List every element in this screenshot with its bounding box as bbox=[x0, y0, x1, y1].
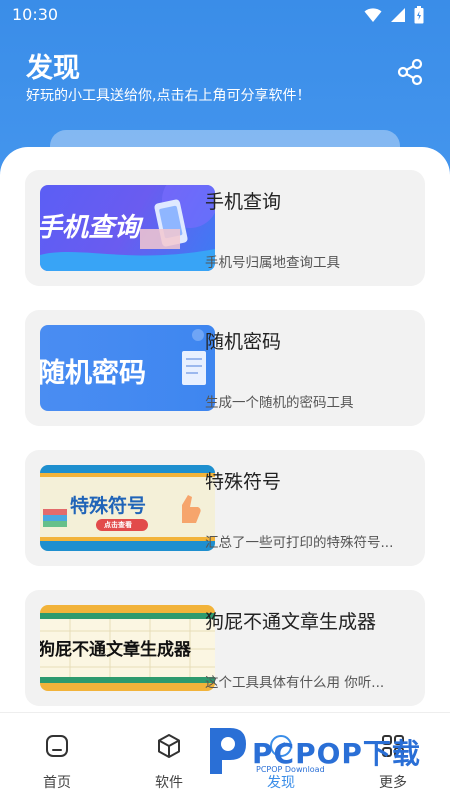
card-description: 生成一个随机的密码工具 bbox=[205, 395, 354, 411]
pcpop-logo-icon bbox=[210, 728, 246, 774]
random-password-thumb-text: 随机密码 bbox=[40, 358, 146, 389]
cube-icon bbox=[158, 734, 180, 758]
phone-lookup-thumb-text: 手机查询 bbox=[40, 213, 141, 243]
card-description: 汇总了一些可打印的特殊符号... bbox=[205, 535, 394, 551]
tool-card-phone-lookup[interactable]: 手机查询 手机查询 手机号归属地查询工具 bbox=[25, 170, 425, 286]
signal-icon bbox=[391, 8, 405, 22]
nonsense-article-thumbnail: 狗屁不通文章生成器 bbox=[40, 605, 215, 691]
phone-lookup-thumbnail: 手机查询 bbox=[40, 185, 215, 271]
card-title: 狗屁不通文章生成器 bbox=[205, 611, 377, 633]
battery-icon bbox=[414, 6, 424, 24]
status-icons bbox=[364, 6, 424, 24]
tool-card-random-password[interactable]: 随机密码 随机密码 生成一个随机的密码工具 bbox=[25, 310, 425, 426]
wifi-icon bbox=[364, 8, 382, 22]
card-title: 手机查询 bbox=[205, 191, 282, 213]
pcpop-watermark: PCPOP下载 PCPOP Download bbox=[200, 718, 440, 780]
nonsense-article-thumb-text: 狗屁不通文章生成器 bbox=[40, 640, 191, 660]
page-subtitle: 好玩的小工具送给你,点击右上角可分享软件！ bbox=[26, 88, 311, 104]
page-title: 发现 bbox=[26, 53, 80, 84]
card-title: 特殊符号 bbox=[205, 471, 282, 493]
random-password-thumbnail: 随机密码 bbox=[40, 325, 215, 411]
card-title: 随机密码 bbox=[205, 331, 282, 353]
share-icon[interactable] bbox=[396, 58, 424, 86]
special-symbols-thumb-sub: 点击查看 bbox=[104, 521, 132, 529]
special-symbols-thumb-text: 特殊符号 bbox=[70, 495, 147, 517]
watermark-subtext: PCPOP Download bbox=[256, 765, 325, 774]
tool-card-special-symbols[interactable]: 特殊符号 点击查看 特殊符号 汇总了一些可打印的特殊符号... bbox=[25, 450, 425, 566]
status-time: 10:30 bbox=[12, 5, 59, 24]
nav-label: 首页 bbox=[43, 775, 71, 791]
home-icon bbox=[46, 735, 68, 757]
special-symbols-thumbnail: 特殊符号 点击查看 bbox=[40, 465, 215, 551]
tool-card-nonsense-article[interactable]: 狗屁不通文章生成器 狗屁不通文章生成器 这个工具具体有什么用 你听... bbox=[25, 590, 425, 706]
card-description: 手机号归属地查询工具 bbox=[205, 255, 340, 271]
status-bar: 10:30 bbox=[0, 0, 450, 30]
nav-item-home[interactable]: 首页 bbox=[12, 713, 102, 800]
card-description: 这个工具具体有什么用 你听... bbox=[205, 675, 385, 691]
